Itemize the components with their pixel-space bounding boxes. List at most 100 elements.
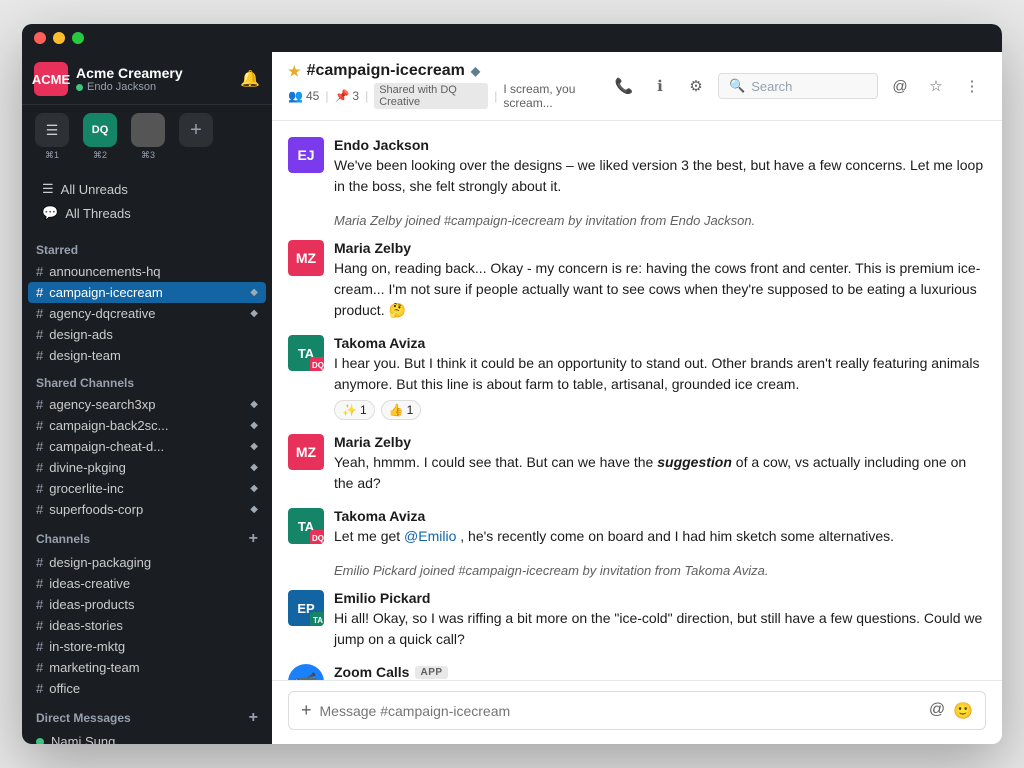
mention-link[interactable]: @Emilio xyxy=(404,528,456,544)
hash-icon: # xyxy=(36,576,43,591)
message-content: Maria Zelby Hang on, reading back... Oka… xyxy=(334,240,986,321)
zoom-avatar: 📹 xyxy=(288,664,324,680)
channel-office-pa[interactable]: # office xyxy=(22,678,272,699)
shortcut-3[interactable]: ⌘3 xyxy=(126,113,170,161)
star-icon[interactable]: ★ xyxy=(288,63,301,80)
reaction-thumbsup[interactable]: 👍 1 xyxy=(381,400,422,420)
hash-icon: # xyxy=(36,348,43,363)
bookmark-icon[interactable]: ☆ xyxy=(922,72,950,100)
zoom-header: Zoom Calls APP xyxy=(334,664,986,680)
notifications-bell-icon[interactable]: 🔔 xyxy=(240,69,260,89)
shared-diamond-icon: ◆ xyxy=(250,420,258,431)
avatar: MZ xyxy=(288,434,324,470)
info-icon[interactable]: ℹ xyxy=(646,72,674,100)
channel-design-team[interactable]: # design-team xyxy=(22,345,272,366)
channel-ideas-creative[interactable]: # ideas-creative xyxy=(22,573,272,594)
starred-section: Starred # announcements-hq # campaign-ic… xyxy=(22,233,272,366)
zoom-content: Zoom Calls APP EP emilio has started a m… xyxy=(334,664,986,680)
sidebar-item-all-threads[interactable]: 💬 All Threads xyxy=(28,201,266,225)
message-author[interactable]: Endo Jackson xyxy=(334,137,429,153)
channel-in-store-mktg[interactable]: # in-store-mktg xyxy=(22,636,272,657)
dq-icon: DQ xyxy=(83,113,117,147)
channel-search-box[interactable]: 🔍 Search xyxy=(718,73,878,99)
shortcut-home[interactable]: ☰ ⌘1 xyxy=(30,113,74,161)
channel-agency-search3xp[interactable]: # agency-search3xp ◆ xyxy=(22,394,272,415)
hash-icon: # xyxy=(36,327,43,342)
unreads-icon: ☰ xyxy=(42,181,54,197)
emoji-icon[interactable]: 🙂 xyxy=(953,701,973,721)
settings-icon[interactable]: ⚙ xyxy=(682,72,710,100)
nav-section: ☰ All Unreads 💬 All Threads xyxy=(22,169,272,233)
pins-count[interactable]: 📌 3 xyxy=(334,89,359,103)
shortcut-dq[interactable]: DQ ⌘2 xyxy=(78,113,122,161)
channel-ideas-products[interactable]: # ideas-products xyxy=(22,594,272,615)
attach-button[interactable]: + xyxy=(301,700,312,721)
hash-icon: # xyxy=(36,502,43,517)
phone-icon[interactable]: 📞 xyxy=(610,72,638,100)
shared-diamond-icon: ◆ xyxy=(250,504,258,515)
message-header: Takoma Aviza xyxy=(334,508,986,524)
workspace-name[interactable]: Acme Creamery xyxy=(76,65,232,81)
message-author[interactable]: Takoma Aviza xyxy=(334,335,425,351)
message-group: MZ Maria Zelby Yeah, hmmm. I could see t… xyxy=(288,434,986,494)
message-text: Hang on, reading back... Okay - my conce… xyxy=(334,258,986,321)
channel-campaign-back2sc[interactable]: # campaign-back2sc... ◆ xyxy=(22,415,272,436)
dm-section: Direct Messages + Nami Sung Mari Ju xyxy=(22,699,272,744)
message-author[interactable]: Takoma Aviza xyxy=(334,508,425,524)
channel-campaign-icecream[interactable]: # campaign-icecream ◆ xyxy=(28,282,266,303)
maximize-button[interactable] xyxy=(72,32,84,44)
hash-icon: # xyxy=(36,639,43,654)
message-header: Endo Jackson xyxy=(334,137,986,153)
channel-agency-dqcreative[interactable]: # agency-dqcreative ◆ xyxy=(22,303,272,324)
members-count[interactable]: 👥 45 xyxy=(288,89,319,103)
hash-icon: # xyxy=(36,597,43,612)
add-channel-button[interactable]: + xyxy=(249,530,258,548)
more-options-icon[interactable]: ⋮ xyxy=(958,72,986,100)
reaction-bar: ✨ 1 👍 1 xyxy=(334,400,986,420)
channel-superfoods-corp[interactable]: # superfoods-corp ◆ xyxy=(22,499,272,520)
dm-nami-sung[interactable]: Nami Sung xyxy=(22,731,272,744)
channel-ideas-stories[interactable]: # ideas-stories xyxy=(22,615,272,636)
sidebar-item-all-unreads[interactable]: ☰ All Unreads xyxy=(28,177,266,201)
channel-announcements-hq[interactable]: # announcements-hq xyxy=(22,261,272,282)
people-icon: 👥 xyxy=(288,89,303,103)
minimize-button[interactable] xyxy=(53,32,65,44)
shared-diamond-icon: ◆ xyxy=(250,441,258,452)
message-author[interactable]: Maria Zelby xyxy=(334,240,411,256)
channel-design-packaging[interactable]: # design-packaging xyxy=(22,552,272,573)
main-content: ★ #campaign-icecream ◆ 👥 45 | 📌 3 | Sh xyxy=(272,24,1002,744)
avatar-badge: TA xyxy=(310,612,324,626)
message-text: I hear you. But I think it could be an o… xyxy=(334,353,986,395)
shared-badge: Shared with DQ Creative xyxy=(374,83,488,109)
hash-icon: # xyxy=(36,397,43,412)
channel-divine-pkging[interactable]: # divine-pkging ◆ xyxy=(22,457,272,478)
shared-diamond-icon: ◆ xyxy=(250,308,258,319)
at-icon[interactable]: @ xyxy=(929,701,945,721)
message-group: EJ Endo Jackson We've been looking over … xyxy=(288,137,986,197)
search-icon: 🔍 xyxy=(729,78,745,94)
at-mention-icon[interactable]: @ xyxy=(886,72,914,100)
message-input[interactable] xyxy=(320,703,921,719)
reaction-sparkles[interactable]: ✨ 1 xyxy=(334,400,375,420)
close-button[interactable] xyxy=(34,32,46,44)
message-author[interactable]: Emilio Pickard xyxy=(334,590,430,606)
message-author[interactable]: Maria Zelby xyxy=(334,434,411,450)
channel-grocerlite-inc[interactable]: # grocerlite-inc ◆ xyxy=(22,478,272,499)
shared-diamond-icon: ◆ xyxy=(250,483,258,494)
message-text: Hi all! Okay, so I was riffing a bit mor… xyxy=(334,608,986,650)
search-placeholder: Search xyxy=(751,79,792,94)
channel-marketing-team[interactable]: # marketing-team xyxy=(22,657,272,678)
channel-design-ads[interactable]: # design-ads xyxy=(22,324,272,345)
status-dot xyxy=(76,84,83,91)
add-workspace-icon: + xyxy=(179,113,213,147)
channels-section: Channels + # design-packaging # ideas-cr… xyxy=(22,520,272,699)
threads-icon: 💬 xyxy=(42,205,58,221)
message-group: EP TA Emilio Pickard Hi all! Okay, so I … xyxy=(288,590,986,650)
add-dm-button[interactable]: + xyxy=(249,709,258,727)
dm-label: Direct Messages + xyxy=(22,699,272,731)
channel-campaign-cheat-d[interactable]: # campaign-cheat-d... ◆ xyxy=(22,436,272,457)
shortcut-add[interactable]: + xyxy=(174,113,218,161)
hash-icon: # xyxy=(36,306,43,321)
channel-header: ★ #campaign-icecream ◆ 👥 45 | 📌 3 | Sh xyxy=(272,52,1002,121)
message-header: Takoma Aviza xyxy=(334,335,986,351)
